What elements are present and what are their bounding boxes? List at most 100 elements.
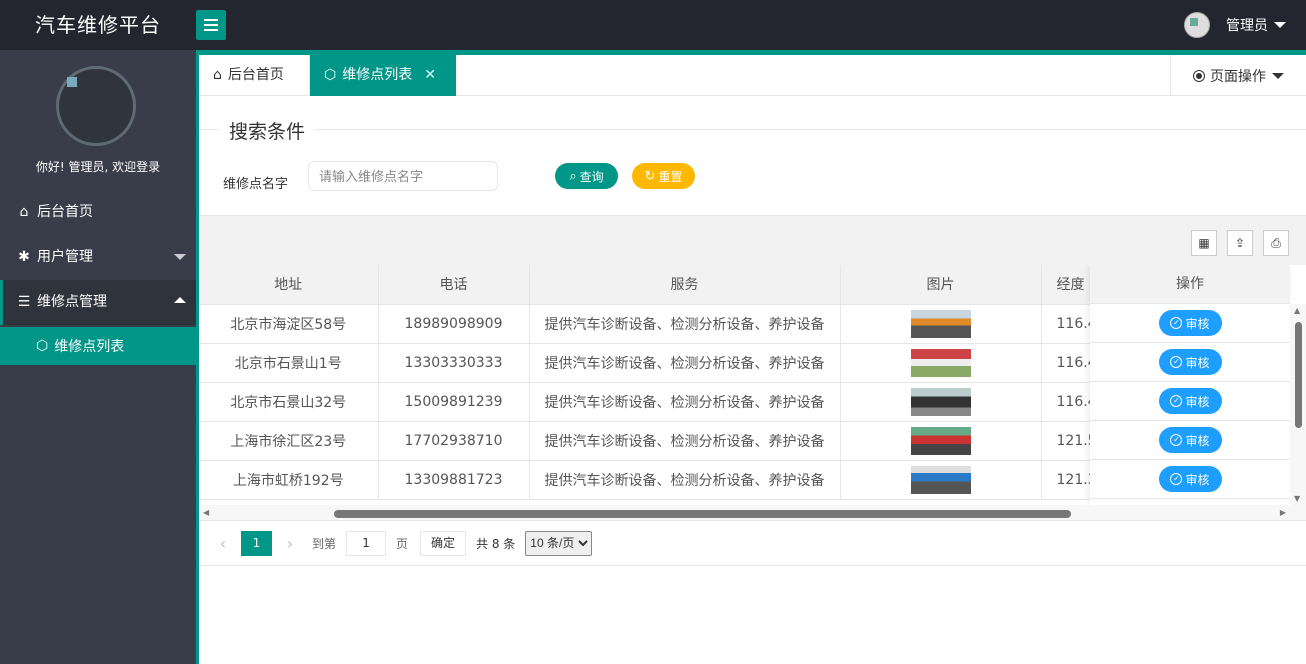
- search-input[interactable]: [308, 161, 498, 191]
- cell-service: 提供汽车诊断设备、检测分析设备、养护设备: [529, 382, 841, 422]
- chevron-up-icon: [174, 297, 186, 303]
- vertical-scrollbar[interactable]: ▲ ▼: [1290, 304, 1306, 505]
- cell-address: 北京市石景山32号: [199, 382, 379, 422]
- audit-button[interactable]: ✓ 审核: [1158, 349, 1222, 375]
- sidebar-avatar: [56, 66, 136, 146]
- check-circle-icon: ✓: [1170, 473, 1183, 485]
- cell-service: 提供汽车诊断设备、检测分析设备、养护设备: [529, 304, 841, 344]
- list-icon: ☰: [17, 294, 31, 310]
- search-legend: 搜索条件: [219, 117, 316, 144]
- check-circle-icon: ✓: [1170, 395, 1183, 407]
- cell-service: 提供汽车诊断设备、检测分析设备、养护设备: [529, 460, 841, 500]
- tab-repair-list[interactable]: ⬡ 维修点列表 ✕: [310, 55, 456, 96]
- current-page[interactable]: 1: [241, 530, 272, 556]
- user-menu[interactable]: 管理员: [1184, 0, 1286, 50]
- columns-icon[interactable]: ▦: [1191, 230, 1217, 256]
- sidebar: 你好! 管理员, 欢迎登录 ⌂ 后台首页 ✱ 用户管理 ☰ 维修点管理 ⬡ 维修…: [0, 50, 196, 664]
- table-row: 北京市石景山1号 13303330333 提供汽车诊断设备、检测分析设备、养护设…: [199, 343, 1162, 383]
- next-page-icon[interactable]: ›: [278, 534, 302, 553]
- audit-button[interactable]: ✓ 审核: [1158, 466, 1222, 492]
- data-table: 地址 电话 服务 图片 经度 北京市海淀区58号 18989098909 提供汽…: [199, 265, 1306, 521]
- refresh-icon: ↻: [644, 168, 656, 183]
- welcome-text: 你好! 管理员, 欢迎登录: [35, 160, 161, 174]
- column-header[interactable]: 服务: [529, 265, 841, 305]
- top-bar: 汽车维修平台 管理员: [0, 0, 1306, 50]
- main-area: ⌂ 后台首页 ⬡ 维修点列表 ✕ 页面操作 搜索条件 维修点名字 ⌕ 查询 ↻ …: [196, 50, 1306, 664]
- shop-photo: [910, 309, 971, 338]
- cube-icon: ⬡: [36, 338, 49, 354]
- close-icon[interactable]: ✕: [424, 55, 436, 96]
- audit-button[interactable]: ✓ 审核: [1158, 388, 1222, 414]
- goto-page-input[interactable]: 1: [346, 530, 387, 556]
- horizontal-scrollbar[interactable]: ◀ ▶: [199, 505, 1306, 520]
- app-title: 汽车维修平台: [35, 13, 161, 37]
- scroll-left-icon[interactable]: ◀: [203, 508, 209, 517]
- search-icon: ⌕: [569, 168, 577, 183]
- prev-page-icon[interactable]: ‹: [211, 534, 235, 553]
- sidebar-item-label: 用户管理: [37, 249, 93, 265]
- table-row: 上海市徐汇区23号 17702938710 提供汽车诊断设备、检测分析设备、养护…: [199, 421, 1162, 461]
- column-header[interactable]: 电话: [378, 265, 530, 305]
- shop-photo: [910, 465, 971, 494]
- sidebar-item-users[interactable]: ✱ 用户管理: [0, 235, 196, 280]
- caret-down-icon: [1272, 72, 1284, 79]
- tab-bar: ⌂ 后台首页 ⬡ 维修点列表 ✕ 页面操作: [199, 55, 1306, 96]
- table-row: 北京市海淀区58号 18989098909 提供汽车诊断设备、检测分析设备、养护…: [199, 304, 1162, 344]
- table-toolbar: ▦ ⇪ ⎙: [199, 215, 1306, 265]
- shop-photo: [910, 426, 971, 455]
- column-header: 操作: [1090, 265, 1290, 304]
- table-row: 北京市石景山32号 15009891239 提供汽车诊断设备、检测分析设备、养护…: [199, 382, 1162, 422]
- fixed-actions-column: 操作 ✓ 审核 ✓ 审核 ✓ 审核 ✓ 审核 ✓ 审核: [1090, 265, 1290, 505]
- radio-icon: [1193, 69, 1205, 82]
- scroll-up-icon[interactable]: ▲: [1294, 306, 1300, 315]
- reset-button[interactable]: ↻ 重置: [632, 163, 695, 189]
- home-icon: ⌂: [19, 204, 29, 220]
- table-row: 上海市虹桥192号 13309881723 提供汽车诊断设备、检测分析设备、养护…: [199, 460, 1162, 500]
- shop-photo: [910, 387, 971, 416]
- sidebar-item-label: 维修点管理: [37, 294, 107, 310]
- cell-address: 北京市石景山1号: [199, 343, 379, 383]
- cell-service: 提供汽车诊断设备、检测分析设备、养护设备: [529, 343, 841, 383]
- goto-label: 到第: [312, 536, 337, 551]
- sidebar-item-label: 后台首页: [37, 204, 93, 220]
- cell-image: [840, 304, 1042, 344]
- cell-phone: 18989098909: [378, 304, 530, 344]
- cell-image: [840, 460, 1042, 500]
- check-circle-icon: ✓: [1170, 434, 1183, 446]
- chevron-down-icon: [174, 254, 186, 260]
- column-header[interactable]: 地址: [199, 265, 379, 305]
- print-icon[interactable]: ⎙: [1263, 230, 1289, 256]
- sidebar-item-home[interactable]: ⌂ 后台首页: [0, 190, 196, 235]
- sidebar-item-repair-points[interactable]: ☰ 维修点管理: [0, 280, 196, 325]
- user-name: 管理员: [1226, 18, 1268, 34]
- total-count: 共 8 条: [476, 536, 516, 551]
- pagination: ‹ 1 › 到第 1 页 确定 共 8 条 10 条/页: [199, 521, 1306, 566]
- audit-button[interactable]: ✓ 审核: [1158, 427, 1222, 453]
- sidebar-subitem-repair-list[interactable]: ⬡ 维修点列表: [0, 327, 196, 365]
- cell-image: [840, 421, 1042, 461]
- check-circle-icon: ✓: [1170, 317, 1183, 329]
- avatar: [1184, 12, 1210, 38]
- cell-phone: 15009891239: [378, 382, 530, 422]
- scroll-down-icon[interactable]: ▼: [1294, 494, 1300, 503]
- caret-down-icon: [1274, 22, 1286, 28]
- table-header-row: 地址 电话 服务 图片 经度: [199, 265, 1162, 305]
- menu-toggle-button[interactable]: [196, 10, 226, 40]
- confirm-button[interactable]: 确定: [420, 530, 467, 556]
- scroll-right-icon[interactable]: ▶: [1280, 508, 1286, 517]
- cell-image: [840, 382, 1042, 422]
- query-button[interactable]: ⌕ 查询: [555, 163, 618, 189]
- page-ops-menu[interactable]: 页面操作: [1170, 55, 1306, 96]
- check-circle-icon: ✓: [1170, 356, 1183, 368]
- cube-icon: ⬡: [324, 67, 337, 83]
- audit-button[interactable]: ✓ 审核: [1158, 310, 1222, 336]
- tab-home[interactable]: ⌂ 后台首页: [199, 55, 310, 96]
- cell-phone: 17702938710: [378, 421, 530, 461]
- column-header[interactable]: 图片: [840, 265, 1042, 305]
- cell-address: 上海市徐汇区23号: [199, 421, 379, 461]
- cell-phone: 13303330333: [378, 343, 530, 383]
- cell-address: 上海市虹桥192号: [199, 460, 379, 500]
- page-size-select[interactable]: 10 条/页: [525, 530, 593, 556]
- cell-image: [840, 343, 1042, 383]
- export-icon[interactable]: ⇪: [1227, 230, 1253, 256]
